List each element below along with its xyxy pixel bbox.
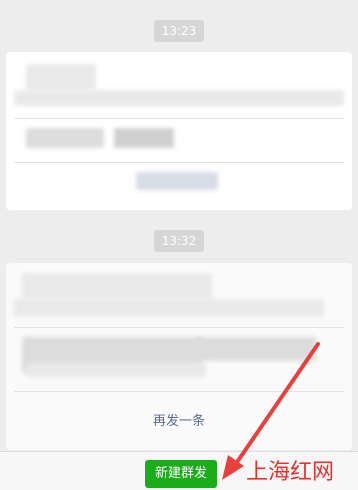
blurred-content — [196, 337, 316, 361]
broadcast-message-card: 再发一条 — [6, 263, 352, 450]
blurred-content — [26, 363, 206, 377]
blurred-content — [14, 299, 324, 317]
divider — [14, 391, 344, 392]
timestamp-badge: 13:32 — [154, 230, 204, 252]
blurred-link[interactable] — [136, 172, 218, 190]
watermark: 上海红网 — [246, 460, 335, 485]
resend-link[interactable]: 再发一条 — [6, 410, 352, 429]
timestamp-badge: 13:23 — [154, 20, 204, 42]
divider — [14, 118, 344, 119]
broadcast-message-card — [6, 52, 352, 210]
blurred-content — [14, 90, 344, 106]
blurred-content — [26, 64, 96, 90]
blurred-content — [26, 128, 104, 148]
blurred-content — [22, 273, 212, 299]
blurred-content — [114, 128, 174, 148]
new-broadcast-button[interactable]: 新建群发 — [145, 460, 217, 488]
divider — [14, 327, 344, 328]
divider — [14, 162, 344, 163]
